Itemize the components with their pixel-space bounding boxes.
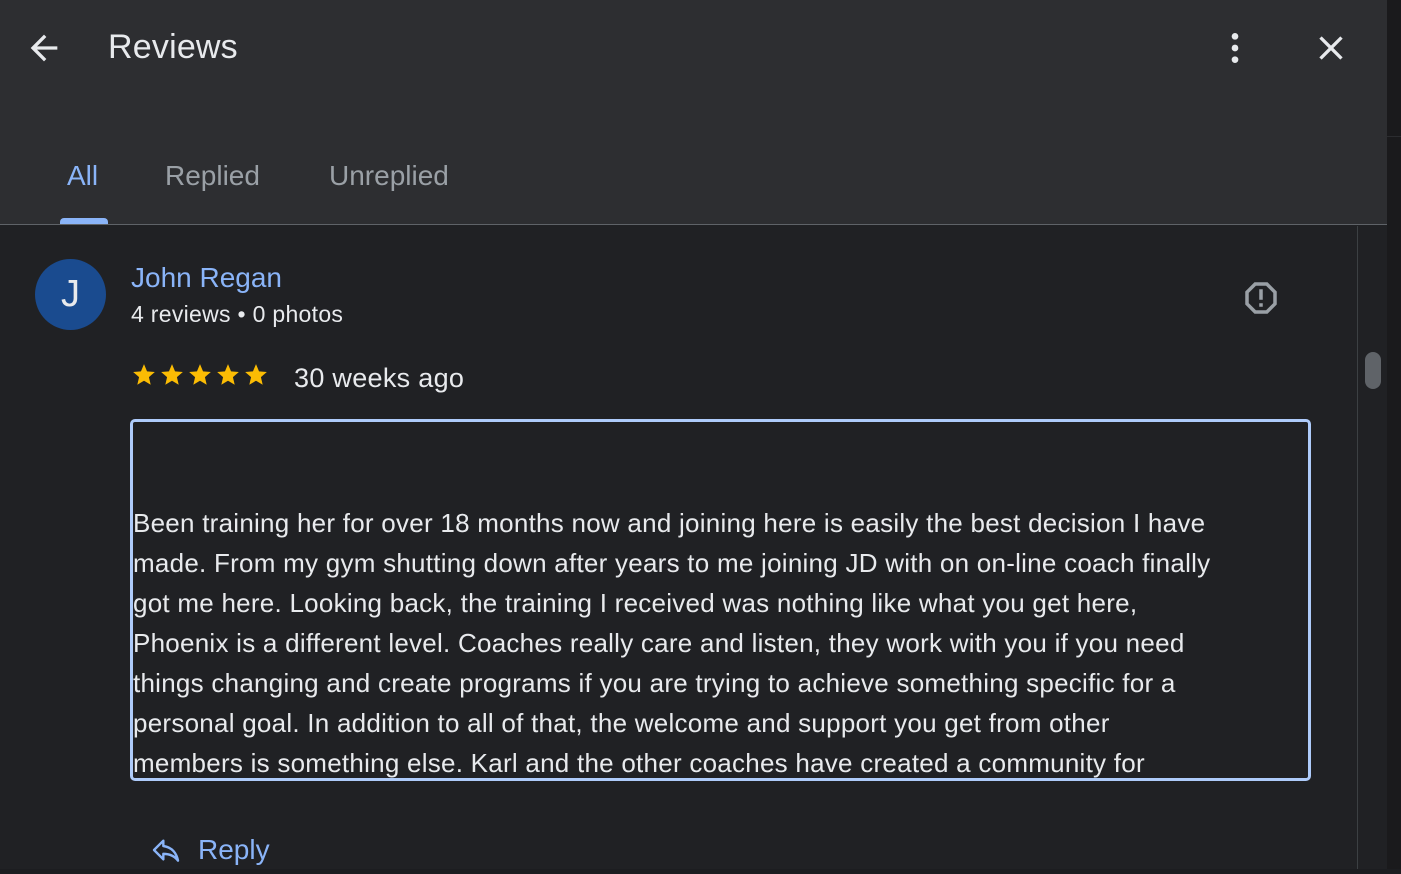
- more-options-button[interactable]: [1211, 24, 1259, 72]
- tab-all[interactable]: All: [60, 140, 160, 225]
- reviews-header: Reviews All Replied Unreplied: [0, 0, 1387, 225]
- active-tab-indicator: [60, 218, 108, 224]
- reply-arrow-icon: [152, 839, 180, 862]
- more-vert-icon: [1231, 33, 1239, 63]
- review-time: 30 weeks ago: [294, 363, 465, 393]
- reviewer-name[interactable]: John Regan: [131, 262, 282, 294]
- back-button[interactable]: [20, 24, 68, 72]
- review-text-line: made. From my gym shutting down after ye…: [133, 548, 1211, 578]
- page-title: Reviews: [108, 28, 238, 66]
- star-icon: [133, 364, 155, 385]
- reply-button[interactable]: Reply: [140, 826, 280, 874]
- review-text-line: Been training her for over 18 months now…: [133, 508, 1206, 538]
- review-text-line: members is something else. Karl and the …: [133, 748, 1145, 778]
- reviewer-meta: 4 reviews • 0 photos: [131, 301, 344, 327]
- reviews-panel: Reviews All Replied Unreplied J John Reg…: [0, 0, 1387, 869]
- star-rating: [131, 362, 269, 388]
- scrollbar-thumb[interactable]: [1365, 352, 1381, 389]
- window-edge: [1387, 0, 1401, 869]
- avatar[interactable]: J: [35, 259, 106, 330]
- review-text: Been training her for over 18 months now…: [130, 419, 1311, 781]
- tab-replied[interactable]: Replied: [165, 140, 260, 225]
- tab-unreplied[interactable]: Unreplied: [329, 140, 449, 225]
- report-icon: [1245, 282, 1277, 314]
- scrollbar[interactable]: [1357, 226, 1387, 869]
- star-icon: [161, 364, 183, 385]
- star-icon: [189, 364, 211, 385]
- star-icon: [245, 364, 267, 385]
- reply-label: Reply: [198, 834, 270, 865]
- review-text-line: Phoenix is a different level. Coaches re…: [133, 628, 1185, 658]
- star-icon: [217, 364, 239, 385]
- report-review-button[interactable]: [1235, 272, 1287, 324]
- review-list: J John Regan 4 reviews • 0 photos 30 wee…: [0, 226, 1357, 869]
- review-text-line: things changing and create programs if y…: [133, 668, 1176, 698]
- arrow-left-icon: [30, 34, 58, 62]
- close-button[interactable]: [1307, 24, 1355, 72]
- review-text-line: got me here. Looking back, the training …: [133, 588, 1138, 618]
- review-text-line: personal goal. In addition to all of tha…: [133, 708, 1110, 738]
- close-icon: [1319, 36, 1343, 60]
